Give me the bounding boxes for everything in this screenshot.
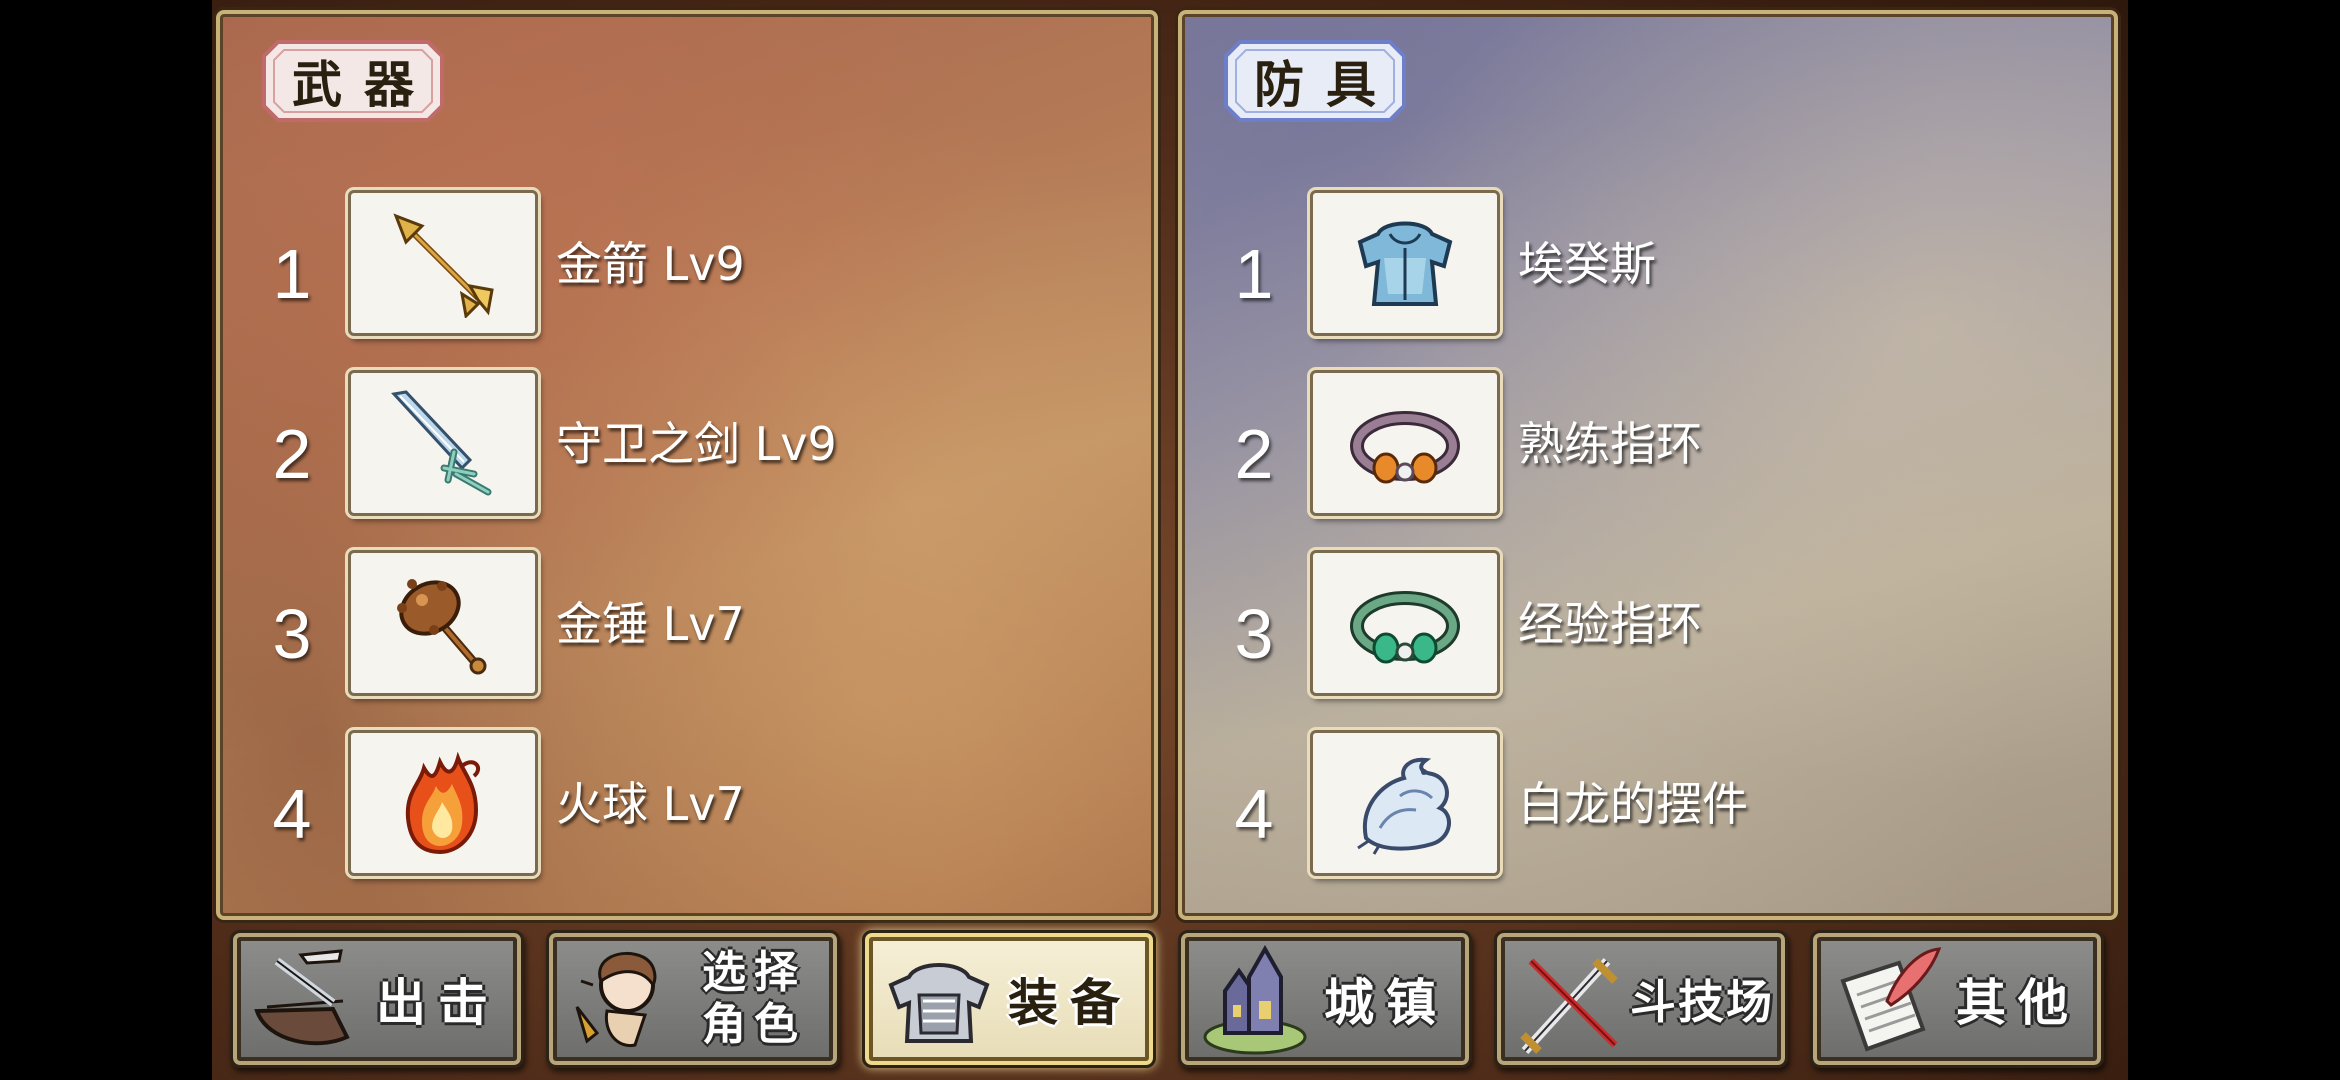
arena-label: 斗技场 [1630, 975, 1774, 1029]
select-character-label: 选择 角色 [677, 933, 831, 1065]
town-button[interactable]: 城镇 [1178, 930, 1472, 1068]
armor-row-1[interactable]: 1 埃癸斯 [1182, 190, 2114, 336]
weapons-title: 武器 [292, 56, 436, 114]
golden-arrow-icon [393, 213, 494, 318]
weapons-title-tag: 武器 [260, 36, 446, 126]
weapon-slot-2[interactable] [348, 370, 538, 516]
weapon-slot-4[interactable] [348, 730, 538, 876]
weapons-panel: 武器 1 金箭 Lv9 2 守卫之剑 Lv9 3 金锤 Lv7 4 火球 Lv7 [216, 10, 1158, 920]
armor-slot-2[interactable] [1310, 370, 1500, 516]
armor-panel: 防具 1 埃癸斯 2 熟练指环 3 经验指环 4 白龙的摆件 [1178, 10, 2118, 920]
golden-hammer-icon [397, 579, 487, 675]
weapon-slot-number: 3 [272, 595, 312, 673]
crossed-swords-icon [1520, 957, 1618, 1055]
armor-title: 防具 [1254, 56, 1398, 114]
equipment-button[interactable]: 装备 [862, 930, 1156, 1068]
weapon-slot-number: 4 [272, 775, 312, 853]
armor-label: 熟练指环 [1518, 417, 1702, 471]
armor-slot-4[interactable] [1310, 730, 1500, 876]
ship-icon [254, 949, 350, 1046]
weapon-slot-number: 1 [272, 235, 312, 313]
other-label: 其他 [1956, 974, 2080, 1032]
guard-sword-icon [391, 390, 492, 496]
armor-slot-number: 4 [1234, 775, 1274, 853]
arena-button[interactable]: 斗技场 [1494, 930, 1788, 1068]
game-screen: 武器 1 金箭 Lv9 2 守卫之剑 Lv9 3 金锤 Lv7 4 火球 Lv7… [212, 0, 2128, 1080]
armor-slot-1[interactable] [1310, 190, 1500, 336]
skill-ring-icon [1350, 411, 1460, 484]
weapon-row-2[interactable]: 2 守卫之剑 Lv9 [220, 370, 1154, 516]
fireball-icon [405, 751, 481, 855]
other-button[interactable]: 其他 [1810, 930, 2104, 1068]
weapon-label: 金箭 Lv9 [556, 237, 745, 291]
weapon-row-3[interactable]: 3 金锤 Lv7 [220, 550, 1154, 696]
equipment-label: 装备 [1008, 974, 1132, 1032]
character-icon [575, 951, 657, 1048]
select-label-line1: 选择 [702, 947, 806, 998]
armor-row-2[interactable]: 2 熟练指环 [1182, 370, 2114, 516]
weapon-slot-number: 2 [272, 415, 312, 493]
sortie-label: 出击 [376, 974, 500, 1032]
armor-label: 白龙的摆件 [1518, 777, 1748, 831]
select-character-button[interactable]: 选择 角色 [546, 930, 840, 1068]
white-dragon-ornament-icon [1357, 757, 1451, 855]
weapon-slot-3[interactable] [348, 550, 538, 696]
weapon-row-1[interactable]: 1 金箭 Lv9 [220, 190, 1154, 336]
armor-row-3[interactable]: 3 经验指环 [1182, 550, 2114, 696]
armor-slot-number: 1 [1234, 235, 1274, 313]
armor-slot-3[interactable] [1310, 550, 1500, 696]
weapon-label: 金锤 Lv7 [556, 597, 745, 651]
armor-slot-number: 3 [1234, 595, 1274, 673]
castle-icon [1203, 944, 1307, 1055]
scroll-quill-icon [1840, 947, 1942, 1052]
armor-row-4[interactable]: 4 白龙的摆件 [1182, 730, 2114, 876]
weapon-slot-1[interactable] [348, 190, 538, 336]
select-label-line2: 角色 [702, 999, 806, 1050]
aegis-armor-icon [1357, 221, 1453, 306]
town-label: 城镇 [1324, 974, 1448, 1032]
sortie-button[interactable]: 出击 [230, 930, 524, 1068]
armor-label: 经验指环 [1518, 597, 1702, 651]
weapon-label: 火球 Lv7 [556, 777, 745, 831]
exp-ring-icon [1350, 591, 1460, 664]
armor-slot-number: 2 [1234, 415, 1274, 493]
weapon-label: 守卫之剑 Lv9 [556, 417, 837, 471]
bottom-nav: 出击 选择 角色 装备 城镇 斗技场 其他 [230, 930, 2110, 1070]
armor-label: 埃癸斯 [1518, 237, 1656, 291]
weapon-row-4[interactable]: 4 火球 Lv7 [220, 730, 1154, 876]
armor-icon [888, 963, 990, 1043]
armor-title-tag: 防具 [1222, 36, 1408, 126]
